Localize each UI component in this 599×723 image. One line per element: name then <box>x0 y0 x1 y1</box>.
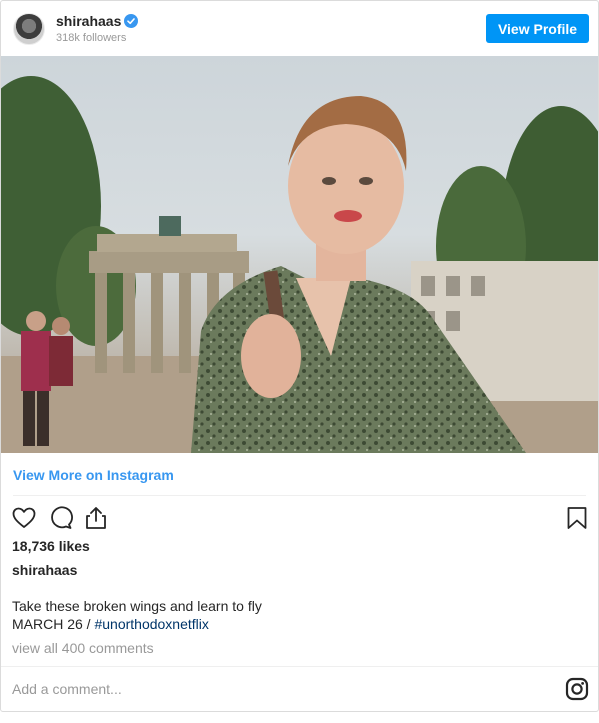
verified-badge-icon <box>124 14 138 28</box>
header-username[interactable]: shirahaas <box>56 13 121 29</box>
instagram-embed-card: shirahaas 318k followers View Profile Vi… <box>0 0 599 712</box>
caption-username[interactable]: shirahaas <box>12 562 77 578</box>
post-header: shirahaas 318k followers View Profile <box>1 1 598 56</box>
caption-date-line: MARCH 26 / #unorthodoxnetflix <box>12 616 209 632</box>
comment-icon[interactable] <box>47 505 73 531</box>
view-more-on-instagram-link[interactable]: View More on Instagram <box>13 467 174 483</box>
avatar[interactable] <box>13 13 45 45</box>
bookmark-icon[interactable] <box>564 505 590 531</box>
hashtag-link[interactable]: #unorthodoxnetflix <box>94 616 208 632</box>
add-comment-input[interactable]: Add a comment... <box>12 681 552 697</box>
share-icon[interactable] <box>83 505 109 531</box>
heart-icon[interactable] <box>11 505 37 531</box>
follower-count: 318k followers <box>56 32 127 44</box>
caption-date: MARCH 26 / <box>12 616 95 632</box>
divider <box>1 666 598 667</box>
caption-text: Take these broken wings and learn to fly <box>12 598 262 614</box>
like-count[interactable]: 18,736 likes <box>12 538 90 554</box>
post-photo[interactable] <box>1 56 598 453</box>
divider <box>13 495 586 496</box>
view-all-comments-link[interactable]: view all 400 comments <box>12 640 154 656</box>
view-profile-button[interactable]: View Profile <box>486 14 589 43</box>
instagram-logo-icon[interactable] <box>565 677 589 701</box>
